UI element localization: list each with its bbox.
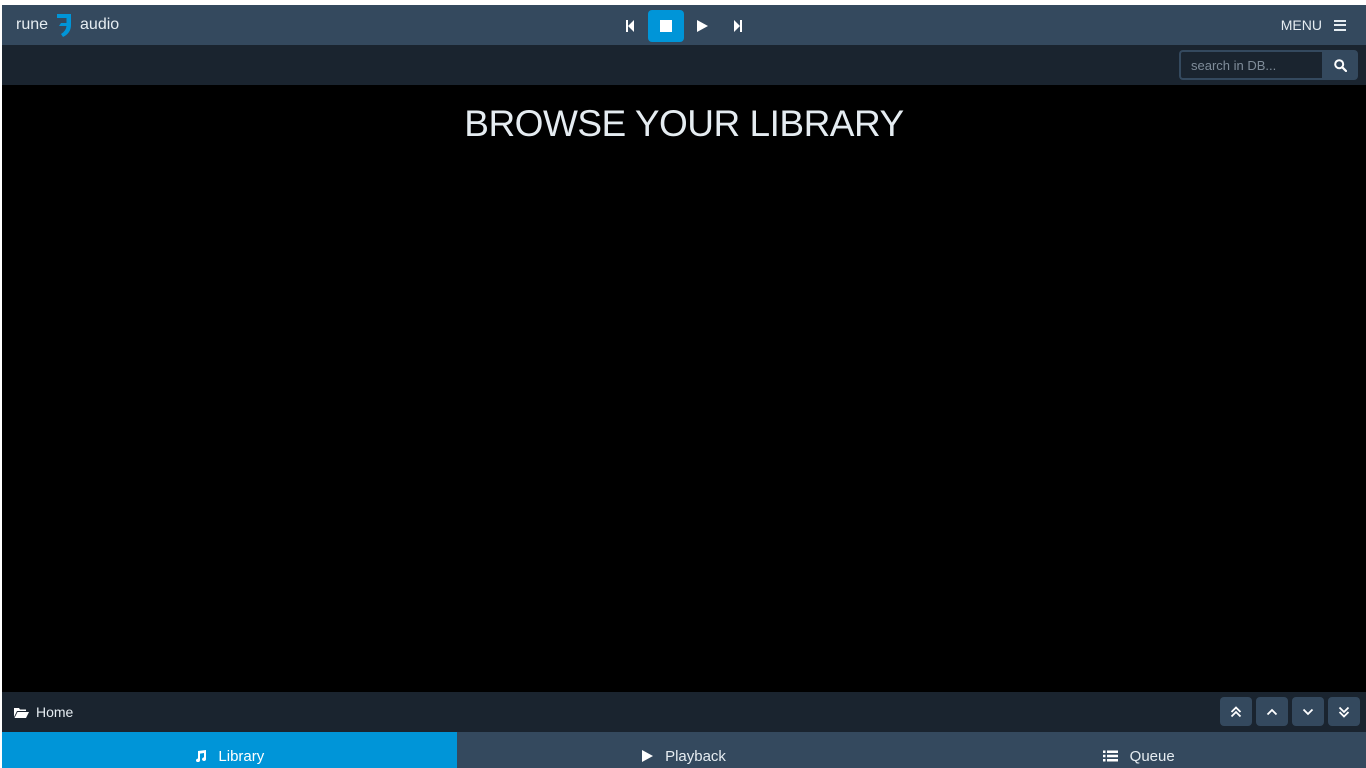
folder-open-icon — [14, 707, 29, 718]
scroll-down-button[interactable] — [1292, 697, 1324, 726]
tab-playback[interactable]: Playback — [456, 732, 912, 768]
search-icon — [1333, 58, 1347, 72]
scroll-bottom-button[interactable] — [1328, 697, 1360, 726]
play-icon — [642, 750, 654, 762]
page-title: BROWSE YOUR LIBRARY — [464, 103, 904, 144]
breadcrumb-label: Home — [36, 704, 74, 720]
menu-button[interactable]: MENU — [1281, 17, 1346, 33]
scroll-bottom-icon — [1338, 706, 1350, 718]
brand-logo[interactable]: rune audio — [16, 12, 119, 38]
scroll-down-icon — [1302, 708, 1314, 715]
tab-queue[interactable]: Queue — [911, 732, 1366, 768]
brand-right-text: audio — [80, 16, 120, 33]
previous-button[interactable] — [612, 10, 648, 42]
brand-left-text: rune — [16, 16, 49, 33]
stop-button[interactable] — [648, 10, 684, 42]
breadcrumb-home[interactable]: Home — [14, 704, 73, 720]
library-panel: BROWSE YOUR LIBRARY — [2, 85, 1366, 692]
list-icon — [1102, 750, 1118, 762]
tab-library-label: Library — [218, 747, 265, 765]
top-bar: rune audio MENU — [2, 5, 1366, 45]
hamburger-icon — [1334, 19, 1346, 31]
scroll-up-button[interactable] — [1256, 697, 1288, 726]
menu-label: MENU — [1280, 17, 1322, 33]
bottom-tabs: Library Playback Queue — [2, 732, 1366, 768]
stop-icon — [660, 20, 672, 32]
play-icon — [696, 20, 708, 32]
tab-library[interactable]: Library — [2, 732, 457, 768]
tab-playback-label: Playback — [665, 747, 726, 765]
rune-logo-icon — [57, 14, 72, 37]
search-bar — [2, 45, 1366, 85]
transport-controls — [612, 10, 756, 42]
next-button[interactable] — [720, 10, 756, 42]
tab-queue-label: Queue — [1129, 747, 1175, 765]
scroll-top-button[interactable] — [1220, 697, 1252, 726]
search-input[interactable] — [1179, 50, 1322, 80]
previous-icon — [626, 20, 634, 32]
scroll-top-icon — [1230, 705, 1242, 717]
search-button[interactable] — [1322, 50, 1358, 80]
app-window: rune audio MENU search in DB... BROWSE Y… — [2, 5, 1366, 768]
scroll-buttons — [1220, 697, 1360, 726]
breadcrumb-bar: Home — [2, 692, 1366, 732]
next-icon — [734, 20, 742, 32]
scroll-up-icon — [1266, 708, 1278, 715]
search-form — [1179, 50, 1358, 80]
music-note-icon — [196, 750, 207, 762]
play-button[interactable] — [684, 10, 720, 42]
